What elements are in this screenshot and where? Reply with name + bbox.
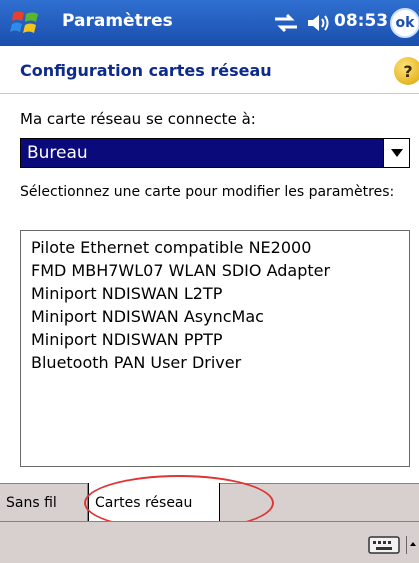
tab-wireless[interactable]: Sans fil [0, 484, 88, 522]
page-title: Configuration cartes réseau [20, 61, 272, 80]
keyboard-icon[interactable] [368, 536, 400, 554]
tab-bar: Sans fil Cartes réseau [0, 483, 419, 523]
page-header: Configuration cartes réseau ? [0, 46, 419, 94]
ok-button[interactable]: ok [390, 8, 419, 38]
connect-label: Ma carte réseau se connecte à: [20, 110, 256, 128]
volume-icon[interactable] [306, 12, 330, 34]
instruction-label: Sélectionnez une carte pour modifier les… [20, 184, 395, 200]
list-item[interactable]: Bluetooth PAN User Driver [21, 351, 409, 374]
menu-bar [0, 521, 419, 563]
select-value: Bureau [27, 143, 88, 163]
app-title: Paramètres [62, 11, 173, 31]
tab-network-cards[interactable]: Cartes réseau [88, 483, 220, 523]
windows-start-icon[interactable] [10, 7, 42, 39]
clock[interactable]: 08:53 [334, 11, 388, 31]
title-bar: Paramètres 08:53 ok [0, 0, 419, 46]
list-item[interactable]: FMD MBH7WL07 WLAN SDIO Adapter [21, 259, 409, 282]
list-item[interactable]: Pilote Ethernet compatible NE2000 [21, 236, 409, 259]
list-item[interactable]: Miniport NDISWAN AsyncMac [21, 305, 409, 328]
help-icon[interactable]: ? [394, 57, 419, 85]
connectivity-icon[interactable] [273, 11, 299, 35]
adapter-list[interactable]: Pilote Ethernet compatible NE2000 FMD MB… [20, 230, 410, 467]
dropdown-arrow-icon[interactable] [383, 139, 409, 167]
input-menu-arrow-icon[interactable] [406, 536, 416, 554]
network-connect-select[interactable]: Bureau [20, 138, 410, 168]
list-item[interactable]: Miniport NDISWAN L2TP [21, 282, 409, 305]
list-item[interactable]: Miniport NDISWAN PPTP [21, 328, 409, 351]
